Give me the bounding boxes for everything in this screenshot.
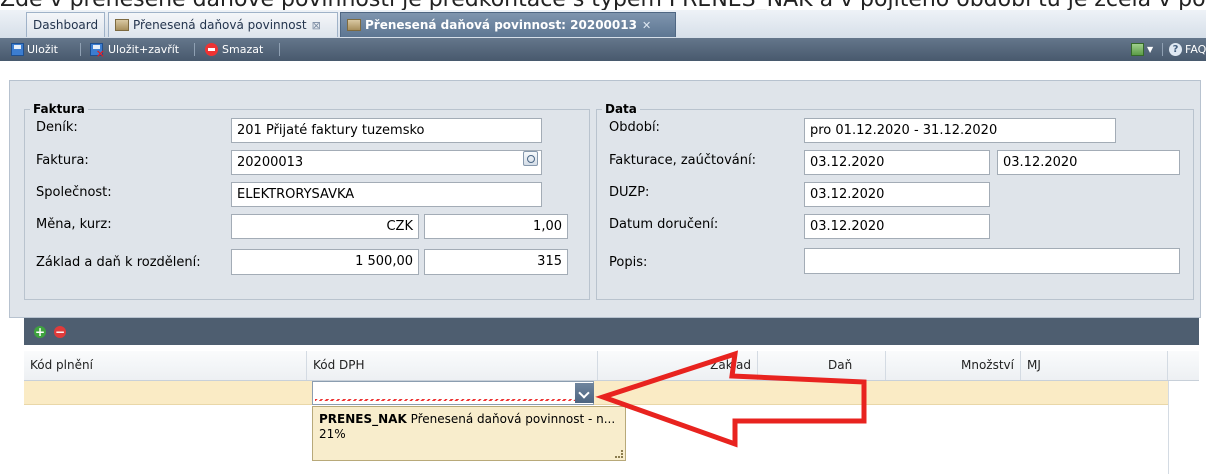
add-row-icon[interactable]: + — [34, 326, 46, 338]
obdobi-label: Období: — [609, 120, 660, 135]
remove-row-icon[interactable]: − — [54, 326, 66, 338]
toolbar: Uložit Uložit+zavřít Smazat ▼ ?FAQ — [0, 38, 1206, 61]
column-kod-dph[interactable]: Kód DPH — [307, 351, 598, 380]
denik-label: Deník: — [36, 120, 78, 135]
help-icon: ? — [1169, 43, 1182, 56]
dan-field[interactable]: 315 — [424, 249, 568, 275]
search-icon[interactable] — [523, 151, 538, 166]
popis-field[interactable] — [804, 248, 1180, 274]
chevron-down-icon[interactable] — [575, 383, 594, 403]
save-button[interactable]: Uložit — [11, 41, 58, 58]
faq-button[interactable]: ? FAQ — [1169, 41, 1206, 58]
save-close-icon — [90, 43, 105, 60]
grid-settings-button[interactable]: ▼ — [1131, 41, 1153, 58]
grid-icon — [1131, 43, 1144, 56]
document-icon — [115, 19, 129, 31]
fakturace-field[interactable]: 03.12.2020 — [804, 150, 990, 175]
tab-bar: Dashboard Přenesená daňová povinnost ⊠ P… — [0, 10, 1206, 39]
zauctovani-field[interactable]: 03.12.2020 — [997, 150, 1180, 175]
document-icon — [347, 19, 361, 31]
resize-grip-icon[interactable] — [615, 450, 623, 458]
column-kod-plneni[interactable]: Kód plnění — [24, 351, 307, 380]
obdobi-field[interactable]: pro 01.12.2020 - 31.12.2020 — [804, 118, 1116, 143]
column-mj[interactable]: MJ — [1021, 351, 1168, 380]
duzp-label: DUZP: — [609, 185, 650, 200]
mena-label: Měna, kurz: — [36, 217, 112, 232]
grid-toolbar: + − — [24, 318, 1199, 345]
faktura-legend: Faktura — [33, 102, 85, 116]
dropdown-option[interactable]: PRENES_NAK Přenesená daňová povinnost - … — [319, 412, 619, 442]
column-dan[interactable]: Daň — [758, 351, 886, 380]
grid-header: Kód plnění Kód DPH Základ Daň Množství M… — [24, 351, 1199, 381]
save-icon — [11, 43, 24, 56]
duzp-field[interactable]: 03.12.2020 — [804, 182, 990, 207]
faktura-label: Faktura: — [36, 153, 89, 168]
faktura-field[interactable]: 20200013 — [231, 150, 542, 175]
save-close-button[interactable]: Uložit+zavřít — [90, 41, 179, 60]
zaklad-label: Základ a daň k rozdělení: — [36, 255, 201, 270]
column-mnozstvi[interactable]: Množství — [886, 351, 1021, 380]
spolecnost-field[interactable]: ELEKTRORYSAVKA — [231, 182, 542, 207]
tab-prenesena-list[interactable]: Přenesená daňová povinnost ⊠ — [108, 12, 338, 37]
denik-field[interactable]: 201 Přijaté faktury tuzemsko — [231, 118, 542, 143]
doruceni-label: Datum doručení: — [609, 217, 719, 232]
kod-dph-combo[interactable] — [312, 381, 594, 405]
close-icon[interactable]: ✕ — [642, 19, 651, 32]
fakturace-label: Fakturace, zaúčtování: — [609, 153, 756, 168]
delete-button[interactable]: Smazat — [205, 41, 263, 58]
data-legend: Data — [605, 102, 637, 116]
spellcheck-underline — [315, 399, 575, 401]
tab-prenesena-detail[interactable]: Přenesená daňová povinnost: 20200013 ✕ — [340, 12, 676, 37]
kurz-field[interactable]: 1,00 — [424, 214, 568, 239]
popis-label: Popis: — [609, 255, 648, 270]
delete-icon — [205, 43, 218, 56]
table-row[interactable] — [24, 381, 1169, 405]
doruceni-field[interactable]: 03.12.2020 — [804, 214, 990, 239]
spolecnost-label: Společnost: — [36, 185, 112, 200]
close-icon[interactable]: ⊠ — [312, 19, 321, 32]
tab-dashboard[interactable]: Dashboard — [26, 12, 105, 37]
zaklad-field[interactable]: 1 500,00 — [231, 249, 419, 275]
kod-dph-dropdown: PRENES_NAK Přenesená daňová povinnost - … — [312, 406, 626, 461]
column-zaklad[interactable]: Základ — [598, 351, 758, 380]
mena-field[interactable]: CZK — [231, 214, 419, 239]
